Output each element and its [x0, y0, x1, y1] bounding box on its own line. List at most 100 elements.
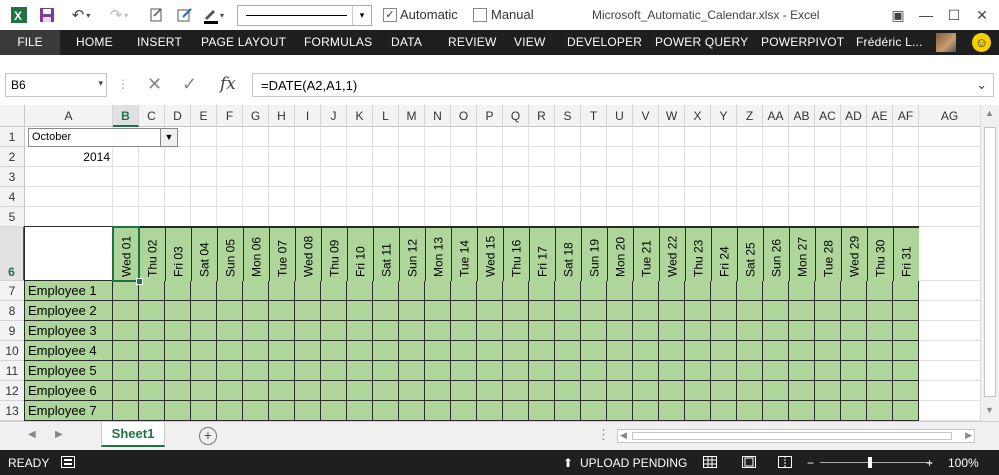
schedule-cell[interactable] — [841, 301, 867, 321]
schedule-cell[interactable] — [321, 321, 347, 341]
chevron-down-icon[interactable]: ▼ — [160, 129, 177, 146]
schedule-cell[interactable] — [243, 361, 269, 381]
next-sheet-icon[interactable]: ▶ — [55, 429, 63, 440]
date-header-cell[interactable]: Mon 06 — [243, 227, 269, 281]
column-header[interactable]: N — [425, 105, 451, 127]
date-header-cell[interactable]: Thu 16 — [503, 227, 529, 281]
chevron-down-icon[interactable]: ▾ — [352, 6, 371, 25]
schedule-cell[interactable] — [503, 281, 529, 301]
tab-page-layout[interactable]: PAGE LAYOUT — [201, 35, 286, 49]
schedule-cell[interactable] — [451, 381, 477, 401]
schedule-cell[interactable] — [815, 361, 841, 381]
schedule-cell[interactable] — [139, 361, 165, 381]
column-header[interactable]: L — [373, 105, 399, 127]
date-header-cell[interactable]: Sun 26 — [763, 227, 789, 281]
schedule-cell[interactable] — [217, 341, 243, 361]
row-header[interactable]: 8 — [0, 301, 25, 321]
schedule-cell[interactable] — [789, 301, 815, 321]
schedule-cell[interactable] — [347, 301, 373, 321]
schedule-cell[interactable] — [763, 361, 789, 381]
schedule-cell[interactable] — [841, 401, 867, 421]
schedule-cell[interactable] — [243, 281, 269, 301]
schedule-cell[interactable] — [581, 341, 607, 361]
schedule-cell[interactable] — [503, 361, 529, 381]
schedule-cell[interactable] — [477, 401, 503, 421]
schedule-cell[interactable] — [737, 401, 763, 421]
column-header[interactable]: G — [243, 105, 269, 127]
row-header[interactable]: 11 — [0, 361, 25, 381]
schedule-cell[interactable] — [581, 401, 607, 421]
name-box[interactable]: B6 ▾ — [5, 73, 107, 97]
column-header[interactable]: C — [139, 105, 165, 127]
schedule-cell[interactable] — [321, 401, 347, 421]
worksheet-grid[interactable]: A B C D E F G H I J K L M N O P Q R S T U V W X Y Z AA AB AC AD AE AF AG… — [0, 105, 999, 421]
schedule-cell[interactable] — [893, 321, 919, 341]
schedule-cell[interactable] — [347, 381, 373, 401]
pen-color-icon[interactable]: ▾ — [198, 4, 228, 26]
column-header[interactable]: D — [165, 105, 191, 127]
schedule-cell[interactable] — [425, 381, 451, 401]
line-style-select[interactable]: ▾ — [237, 5, 372, 26]
schedule-cell[interactable] — [633, 281, 659, 301]
employee-name-cell[interactable]: Employee 6 — [24, 381, 113, 401]
schedule-cell[interactable] — [659, 281, 685, 301]
date-header-cell[interactable]: Tue 28 — [815, 227, 841, 281]
schedule-cell[interactable] — [191, 321, 217, 341]
schedule-cell[interactable] — [763, 401, 789, 421]
schedule-cell[interactable] — [815, 381, 841, 401]
add-sheet-icon[interactable]: + — [199, 427, 217, 445]
schedule-cell[interactable] — [243, 321, 269, 341]
column-header[interactable]: K — [347, 105, 373, 127]
horizontal-scrollbar[interactable]: ◀ ▶ — [617, 429, 975, 443]
date-header-cell[interactable]: Sun 05 — [217, 227, 243, 281]
schedule-cell[interactable] — [659, 341, 685, 361]
date-header-cell[interactable]: Mon 13 — [425, 227, 451, 281]
date-header-cell[interactable]: Mon 27 — [789, 227, 815, 281]
employee-name-cell[interactable]: Employee 3 — [24, 321, 113, 341]
scroll-down-icon[interactable]: ▼ — [985, 405, 994, 415]
year-cell[interactable]: 2014 — [26, 148, 112, 167]
schedule-cell[interactable] — [269, 321, 295, 341]
schedule-cell[interactable] — [399, 361, 425, 381]
schedule-cell[interactable] — [711, 301, 737, 321]
schedule-cell[interactable] — [139, 321, 165, 341]
schedule-cell[interactable] — [659, 301, 685, 321]
column-header[interactable]: S — [555, 105, 581, 127]
schedule-cell[interactable] — [893, 281, 919, 301]
schedule-cell[interactable] — [165, 341, 191, 361]
schedule-cell[interactable] — [425, 321, 451, 341]
schedule-cell[interactable] — [789, 281, 815, 301]
schedule-cell[interactable] — [295, 401, 321, 421]
schedule-cell[interactable] — [893, 401, 919, 421]
schedule-cell[interactable] — [581, 361, 607, 381]
schedule-cell[interactable] — [217, 361, 243, 381]
zoom-out-icon[interactable]: − — [807, 456, 814, 470]
chevron-down-icon[interactable]: ▾ — [98, 78, 103, 89]
schedule-cell[interactable] — [685, 361, 711, 381]
date-header-cell[interactable]: Sat 25 — [737, 227, 763, 281]
schedule-cell[interactable] — [477, 341, 503, 361]
column-header[interactable]: AF — [893, 105, 919, 127]
schedule-cell[interactable] — [269, 401, 295, 421]
schedule-cell[interactable] — [555, 381, 581, 401]
automatic-checkbox[interactable]: ✓ — [383, 8, 397, 22]
schedule-cell[interactable] — [607, 281, 633, 301]
redo-icon[interactable]: ↷ ▾ — [104, 4, 134, 26]
schedule-cell[interactable] — [347, 321, 373, 341]
enter-icon[interactable]: ✓ — [182, 73, 197, 95]
undo-icon[interactable]: ↶ ▾ — [64, 4, 98, 26]
schedule-cell[interactable] — [841, 381, 867, 401]
date-header-cell[interactable]: Tue 21 — [633, 227, 659, 281]
column-header[interactable]: M — [399, 105, 425, 127]
schedule-cell[interactable] — [841, 281, 867, 301]
schedule-cell[interactable] — [737, 301, 763, 321]
schedule-cell[interactable] — [867, 281, 893, 301]
zoom-level[interactable]: 100% — [948, 456, 979, 470]
zoom-slider[interactable] — [820, 462, 932, 463]
schedule-cell[interactable] — [425, 341, 451, 361]
schedule-cell[interactable] — [737, 281, 763, 301]
column-header[interactable]: T — [581, 105, 607, 127]
maximize-icon[interactable]: ☐ — [940, 4, 968, 26]
edit-icon[interactable] — [174, 4, 196, 26]
prev-sheet-icon[interactable]: ◀ — [28, 429, 36, 440]
